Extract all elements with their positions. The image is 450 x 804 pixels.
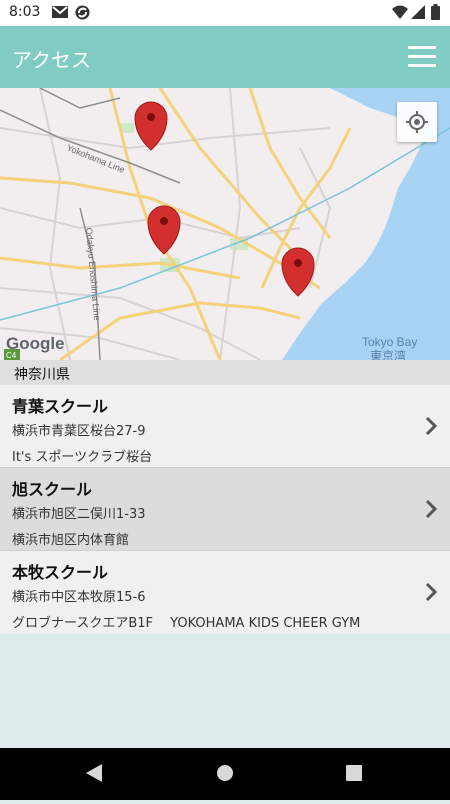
school-venue: It's スポーツクラブ桜台 [12,450,153,465]
chevron-right-icon [425,582,438,602]
list-item-aoba[interactable]: 青葉スクール 横浜市青葉区桜台27-9 It's スポーツクラブ桜台 [0,385,450,468]
nav-buttons [86,764,362,782]
map-pin-aoba[interactable] [134,101,168,151]
school-address: 横浜市旭区二俣川1-33 [12,507,146,522]
sync-icon [75,5,90,20]
status-bar: 8:03 [0,0,450,26]
chevron-right-icon [425,499,438,519]
route-shield-label: C4 [6,351,17,360]
school-venue: 横浜市旭区内体育館 [12,533,130,548]
list-item-asahi[interactable]: 旭スクール 横浜市旭区二俣川1-33 横浜市旭区内体育館 [0,468,450,551]
school-address: 横浜市青葉区桜台27-9 [12,424,146,439]
gmail-icon [52,6,68,18]
app-bar: アクセス [0,26,450,88]
status-time: 8:03 [9,4,41,20]
wifi-icon [392,5,408,19]
my-location-icon [406,111,428,133]
page-title: アクセス [12,48,91,72]
bay-label-jp: 東京湾 [370,348,406,360]
back-icon[interactable] [86,764,102,782]
signal-icon [411,5,425,19]
my-location-button[interactable] [397,102,437,142]
home-icon[interactable] [217,765,233,781]
hamburger-menu-icon[interactable] [408,46,436,68]
system-nav-bar [0,748,450,800]
map-pin-asahi[interactable] [147,205,181,255]
map-pin-honmoku[interactable] [281,247,315,297]
map-view[interactable]: Yokohama Line Odakyu Enoshima Line Tokyo… [0,88,450,360]
battery-icon [431,4,440,20]
list-item-honmoku[interactable]: 本牧スクール 横浜市中区本牧原15-6 グロブナースクエアB1F YOKOHAM… [0,551,450,634]
prefecture-label: 神奈川県 [14,367,70,383]
section-header: 神奈川県 [0,360,450,385]
school-name: 青葉スクール [12,397,109,416]
school-name: 旭スクール [12,480,93,499]
rail-label-odakyu: Odakyu Enoshima Line [84,227,102,321]
school-venue: グロブナースクエアB1F YOKOHAMA KIDS CHEER GYM [12,616,361,631]
recents-icon[interactable] [346,765,362,781]
bay-label-en: Tokyo Bay [362,335,417,349]
map-canvas: Yokohama Line Odakyu Enoshima Line Tokyo… [0,88,450,360]
school-address: 横浜市中区本牧原15-6 [12,590,146,605]
school-name: 本牧スクール [12,563,109,582]
chevron-right-icon [425,416,438,436]
